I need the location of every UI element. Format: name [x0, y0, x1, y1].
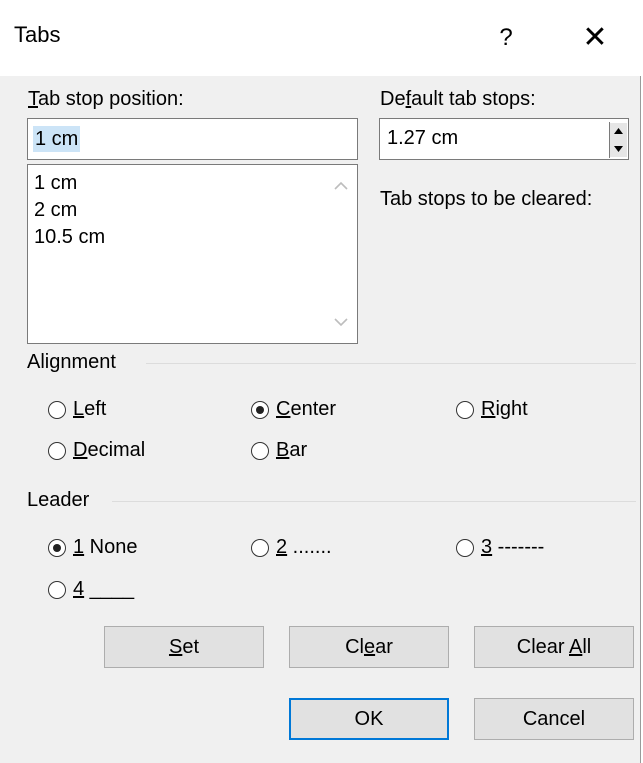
scroll-down-icon[interactable]	[332, 313, 350, 331]
alignment-center-radio[interactable]	[251, 401, 269, 419]
alignment-group-label: Alignment	[27, 351, 116, 373]
alignment-center-label[interactable]: Center	[276, 398, 336, 421]
alignment-decimal-label[interactable]: Decimal	[73, 439, 145, 462]
alignment-left-access-key: L	[73, 398, 85, 420]
tab-stop-position-access-key: T	[28, 88, 38, 110]
set-access-key: S	[168, 636, 183, 658]
alignment-bar-label[interactable]: Bar	[276, 439, 307, 462]
alignment-right-access-key: R	[481, 398, 496, 420]
tab-stop-position-input[interactable]: 1 cm	[27, 118, 358, 160]
default-tab-stops-input[interactable]: 1.27 cm	[379, 118, 629, 160]
leader-3-text: -------	[492, 536, 545, 558]
cancel-button[interactable]: Cancel	[474, 698, 634, 740]
close-button[interactable]: ✕	[560, 12, 630, 64]
help-button[interactable]: ?	[480, 12, 532, 64]
tab-stop-position-label: Tab stop position:	[28, 88, 184, 111]
spin-up-icon	[614, 128, 623, 134]
leader-1-access-key: 1	[73, 536, 85, 558]
spin-down-icon	[614, 146, 623, 152]
alignment-left-label[interactable]: Left	[73, 398, 106, 421]
leader-4-radio[interactable]	[48, 581, 66, 599]
ok-button[interactable]: OK	[289, 698, 449, 740]
clear-access-key: e	[363, 636, 376, 658]
dialog-title: Tabs	[14, 22, 61, 47]
list-scrollbar[interactable]	[326, 165, 357, 343]
title-bar: Tabs ? ✕	[0, 0, 641, 76]
alignment-divider	[146, 363, 636, 364]
clear-all-text-end: ll	[582, 636, 592, 658]
set-button[interactable]: Set	[104, 626, 264, 668]
leader-4-text: ____	[84, 578, 135, 600]
leader-divider	[112, 501, 636, 502]
default-tab-stops-value: 1.27 cm	[387, 127, 459, 149]
alignment-decimal-radio[interactable]	[48, 442, 66, 460]
leader-3-radio[interactable]	[456, 539, 474, 557]
tab-stop-list[interactable]: 1 cm 2 cm 10.5 cm	[27, 164, 358, 344]
alignment-right-label[interactable]: Right	[481, 398, 528, 421]
alignment-center-text: enter	[290, 398, 337, 420]
alignment-bar-text: ar	[289, 439, 308, 461]
leader-4-label[interactable]: 4 ____	[73, 578, 134, 601]
alignment-right-radio[interactable]	[456, 401, 474, 419]
scroll-up-icon[interactable]	[332, 177, 350, 195]
default-tab-stops-label-end: ault tab stops:	[411, 88, 536, 110]
alignment-bar-radio[interactable]	[251, 442, 269, 460]
leader-2-access-key: 2	[276, 536, 288, 558]
leader-3-access-key: 3	[481, 536, 493, 558]
alignment-left-text: eft	[84, 398, 107, 420]
alignment-right-text: ight	[495, 398, 528, 420]
leader-2-radio[interactable]	[251, 539, 269, 557]
alignment-bar-access-key: B	[276, 439, 290, 461]
list-item[interactable]: 10.5 cm	[34, 226, 105, 249]
tabs-dialog: Tabs ? ✕ Tab stop position: 1 cm 1 cm 2 …	[0, 0, 641, 763]
default-tab-stops-spinner[interactable]	[609, 122, 627, 158]
tab-stop-position-label-text: ab stop position:	[38, 88, 184, 110]
list-item[interactable]: 2 cm	[34, 199, 77, 222]
alignment-decimal-text: ecimal	[87, 439, 146, 461]
leader-2-text: .......	[287, 536, 332, 558]
default-tab-stops-label: Default tab stops:	[380, 88, 536, 111]
leader-4-access-key: 4	[73, 578, 85, 600]
leader-1-text: None	[84, 536, 138, 558]
leader-3-label[interactable]: 3 -------	[481, 536, 544, 559]
spin-down-button[interactable]	[610, 140, 627, 157]
clear-button[interactable]: Clear	[289, 626, 449, 668]
clear-all-access-key: A	[569, 636, 583, 658]
clear-text-end: ar	[375, 636, 393, 658]
list-item[interactable]: 1 cm	[34, 172, 77, 195]
spin-up-button[interactable]	[610, 123, 627, 140]
default-tab-stops-label-start: De	[380, 88, 406, 110]
alignment-decimal-access-key: D	[73, 439, 88, 461]
alignment-left-radio[interactable]	[48, 401, 66, 419]
alignment-center-access-key: C	[276, 398, 291, 420]
leader-2-label[interactable]: 2 .......	[276, 536, 332, 559]
leader-1-label[interactable]: 1 None	[73, 536, 138, 559]
leader-group-label: Leader	[27, 489, 90, 511]
leader-1-radio[interactable]	[48, 539, 66, 557]
tab-stops-cleared-label: Tab stops to be cleared:	[380, 188, 593, 210]
clear-all-text-start: Clear	[516, 636, 569, 658]
clear-text-start: Cl	[345, 636, 364, 658]
set-text: et	[182, 636, 200, 658]
clear-all-button[interactable]: Clear All	[474, 626, 634, 668]
tab-stop-position-value: 1 cm	[33, 126, 81, 152]
